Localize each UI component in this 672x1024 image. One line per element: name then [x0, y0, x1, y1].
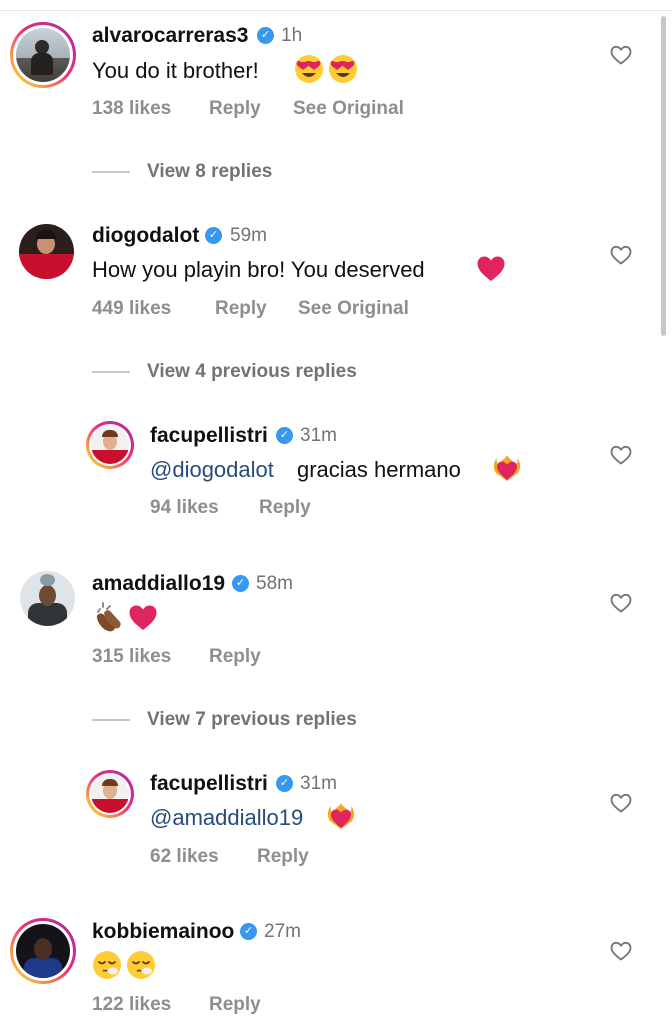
- verified-badge-icon: ✓: [240, 923, 257, 940]
- timestamp: 1h: [281, 25, 303, 46]
- heart-eyes-emoji-icon: [295, 55, 323, 83]
- timestamp: 31m: [300, 425, 337, 446]
- username[interactable]: facupellistri: [150, 772, 268, 796]
- timestamp: 58m: [256, 573, 293, 594]
- likes-count[interactable]: 122 likes: [92, 994, 171, 1016]
- username[interactable]: facupellistri: [150, 424, 268, 448]
- likes-count[interactable]: 62 likes: [150, 846, 219, 868]
- red-heart-emoji-icon: [129, 605, 157, 630]
- comment-text: You do it brother!: [92, 58, 259, 83]
- heart-outline-icon[interactable]: [609, 243, 633, 267]
- username[interactable]: kobbiemainoo: [92, 920, 234, 944]
- username[interactable]: diogodalot: [92, 224, 199, 248]
- verified-badge-icon: ✓: [205, 227, 222, 244]
- heart-outline-icon[interactable]: [609, 939, 633, 963]
- view-previous-replies-button[interactable]: View 7 previous replies: [147, 709, 357, 731]
- heart-outline-icon[interactable]: [609, 591, 633, 615]
- view-replies-line: [92, 371, 130, 373]
- view-previous-replies-button[interactable]: View 4 previous replies: [147, 361, 357, 383]
- view-replies-button[interactable]: View 8 replies: [147, 161, 272, 183]
- username[interactable]: alvarocarreras3: [92, 24, 248, 48]
- reply-button[interactable]: Reply: [209, 994, 261, 1016]
- likes-count[interactable]: 94 likes: [150, 497, 219, 519]
- see-original-button[interactable]: See Original: [298, 298, 409, 320]
- heart-outline-icon[interactable]: [609, 443, 633, 467]
- view-replies-line: [92, 719, 130, 721]
- avatar[interactable]: [19, 224, 74, 279]
- reply-button[interactable]: Reply: [259, 497, 311, 519]
- heart-outline-icon[interactable]: [609, 43, 633, 67]
- avatar[interactable]: [10, 22, 76, 88]
- verified-badge-icon: ✓: [232, 575, 249, 592]
- mention-link[interactable]: @diogodalot: [150, 457, 274, 483]
- reply-button[interactable]: Reply: [257, 846, 309, 868]
- see-original-button[interactable]: See Original: [293, 98, 404, 120]
- avatar[interactable]: [20, 571, 75, 626]
- heart-outline-icon[interactable]: [609, 791, 633, 815]
- reply-button[interactable]: Reply: [215, 298, 267, 320]
- timestamp: 59m: [230, 225, 267, 246]
- relieved-face-emoji-icon: [127, 951, 155, 979]
- timestamp: 27m: [264, 921, 301, 942]
- mention-link[interactable]: @amaddiallo19: [150, 805, 303, 831]
- scrollbar[interactable]: [661, 16, 666, 336]
- verified-badge-icon: ✓: [276, 427, 293, 444]
- avatar[interactable]: [10, 918, 76, 984]
- timestamp: 31m: [300, 773, 337, 794]
- red-heart-emoji-icon: [477, 256, 505, 281]
- verified-badge-icon: ✓: [276, 775, 293, 792]
- username[interactable]: amaddiallo19: [92, 572, 225, 596]
- heart-eyes-emoji-icon: [329, 55, 357, 83]
- likes-count[interactable]: 449 likes: [92, 298, 171, 320]
- reply-button[interactable]: Reply: [209, 646, 261, 668]
- likes-count[interactable]: 138 likes: [92, 98, 171, 120]
- comment-text: gracias hermano: [297, 457, 461, 482]
- reply-button[interactable]: Reply: [209, 98, 261, 120]
- avatar[interactable]: [86, 421, 134, 469]
- relieved-face-emoji-icon: [93, 951, 121, 979]
- clapping-hands-emoji-icon: [96, 602, 121, 632]
- verified-badge-icon: ✓: [257, 27, 274, 44]
- heart-on-fire-emoji-icon: [327, 803, 355, 829]
- avatar[interactable]: [86, 770, 134, 818]
- heart-on-fire-emoji-icon: [493, 455, 521, 481]
- likes-count[interactable]: 315 likes: [92, 646, 171, 668]
- view-replies-line: [92, 171, 130, 173]
- comment-text: How you playin bro! You deserved: [92, 257, 425, 282]
- top-divider: [0, 10, 672, 11]
